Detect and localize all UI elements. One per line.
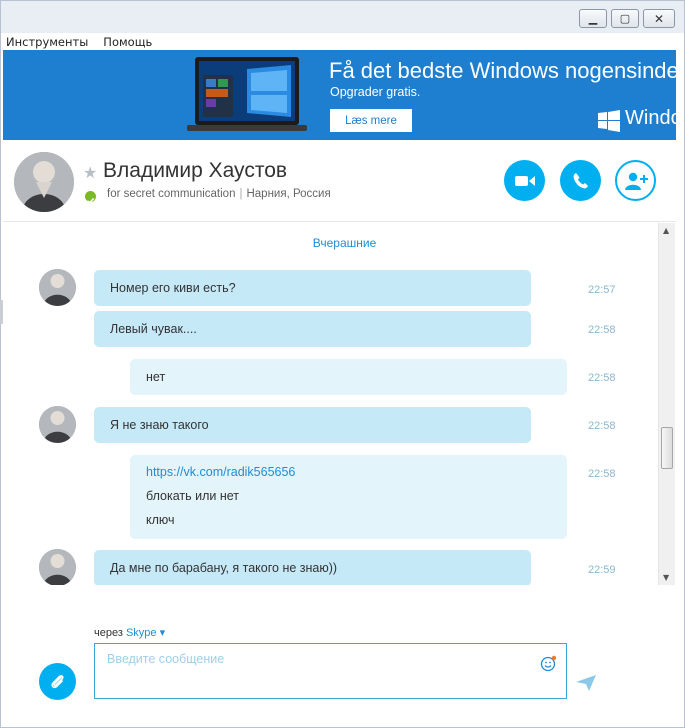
- message-bubble: Номер его киви есть?: [94, 270, 531, 306]
- message-bubble: Да мне по барабану, я такого не знаю)): [94, 550, 531, 585]
- minimize-button[interactable]: ▁: [579, 9, 607, 28]
- message-link[interactable]: https://vk.com/radik565656: [146, 465, 551, 489]
- message-avatar[interactable]: [39, 406, 76, 443]
- message-text: Да мне по барабану, я такого не знаю)): [110, 561, 338, 575]
- message-avatar[interactable]: [39, 549, 76, 585]
- message-input-box[interactable]: [94, 643, 567, 699]
- attach-button[interactable]: [39, 663, 76, 700]
- scrollbar-thumb[interactable]: [661, 427, 673, 469]
- ad-subtitle: Opgrader gratis.: [330, 85, 421, 99]
- message-bubble: Я не знаю такого: [94, 407, 531, 443]
- emoticon-icon[interactable]: [540, 655, 557, 672]
- message-time: 22:57: [588, 284, 616, 296]
- message-input[interactable]: [107, 652, 527, 666]
- favorite-star-icon[interactable]: ★: [83, 163, 97, 182]
- contact-header: ★ Владимир Хаустов for secret communicat…: [3, 140, 676, 222]
- add-people-button[interactable]: [615, 160, 656, 201]
- send-icon[interactable]: [576, 675, 596, 691]
- chat-scrollbar[interactable]: ▲ ▼: [658, 223, 675, 585]
- contact-name: Владимир Хаустов: [103, 159, 288, 182]
- maximize-button[interactable]: ▢: [611, 9, 639, 28]
- ad-title: Få det bedste Windows nogensinde.: [329, 58, 676, 83]
- scroll-up-arrow-icon[interactable]: ▲: [663, 226, 669, 235]
- send-via-selector[interactable]: через Skype ▾: [94, 626, 165, 639]
- video-call-button[interactable]: [504, 160, 545, 201]
- menu-item-help[interactable]: Помощь: [103, 35, 152, 49]
- message-time: 22:58: [588, 420, 616, 432]
- message-bubble-outgoing: https://vk.com/radik565656 блокать или н…: [130, 455, 567, 539]
- contact-location: Нарния, Россия: [246, 188, 331, 200]
- menu-bar: Инструменты Помощь: [1, 33, 684, 51]
- scroll-down-arrow-icon[interactable]: ▼: [663, 573, 669, 582]
- message-text: блокать или нет: [146, 489, 240, 503]
- chevron-down-icon[interactable]: ▾: [157, 627, 166, 639]
- via-service[interactable]: Skype: [126, 627, 157, 639]
- message-bubble-outgoing: нет: [130, 359, 567, 395]
- message-time: 22:58: [588, 468, 616, 480]
- message-text: Левый чувак....: [110, 322, 197, 336]
- video-call-icon: [514, 175, 535, 186]
- ad-banner[interactable]: Få det bedste Windows nogensinde. Opgrad…: [3, 50, 676, 140]
- close-button[interactable]: ✕: [643, 9, 675, 28]
- via-label: через: [94, 627, 123, 639]
- chat-history: Вчерашние Номер его киви есть? 22:57 Лев…: [3, 223, 658, 585]
- message-time: 22:58: [588, 372, 616, 384]
- ad-brand-text: Windo: [625, 107, 676, 129]
- message-time: 22:58: [588, 324, 616, 336]
- message-text: Я не знаю такого: [110, 418, 209, 432]
- title-bar: ▁ ▢ ✕: [1, 1, 684, 33]
- mood-separator: |: [239, 188, 243, 200]
- laptop-image: [187, 57, 307, 131]
- message-time: 22:59: [588, 564, 616, 576]
- contact-avatar[interactable]: [14, 152, 74, 212]
- add-contact-icon: [624, 172, 648, 190]
- paperclip-icon: [50, 674, 64, 688]
- phone-icon: [573, 172, 588, 188]
- message-text: нет: [146, 370, 166, 384]
- audio-call-button[interactable]: [560, 160, 601, 201]
- contact-mood: for secret communication | Нарния, Россия: [107, 188, 331, 200]
- message-bubble: Левый чувак....: [94, 311, 531, 347]
- date-separator: Вчерашние: [312, 236, 377, 250]
- message-text: ключ: [146, 513, 175, 527]
- ad-learn-more-button[interactable]: Læs mere: [330, 109, 412, 132]
- online-status-icon: [85, 191, 96, 204]
- mood-text: for secret communication: [107, 188, 236, 200]
- windows-logo-icon: [598, 110, 620, 132]
- message-text: Номер его киви есть?: [110, 281, 236, 295]
- menu-item-tools[interactable]: Инструменты: [6, 35, 88, 49]
- message-avatar[interactable]: [39, 269, 76, 306]
